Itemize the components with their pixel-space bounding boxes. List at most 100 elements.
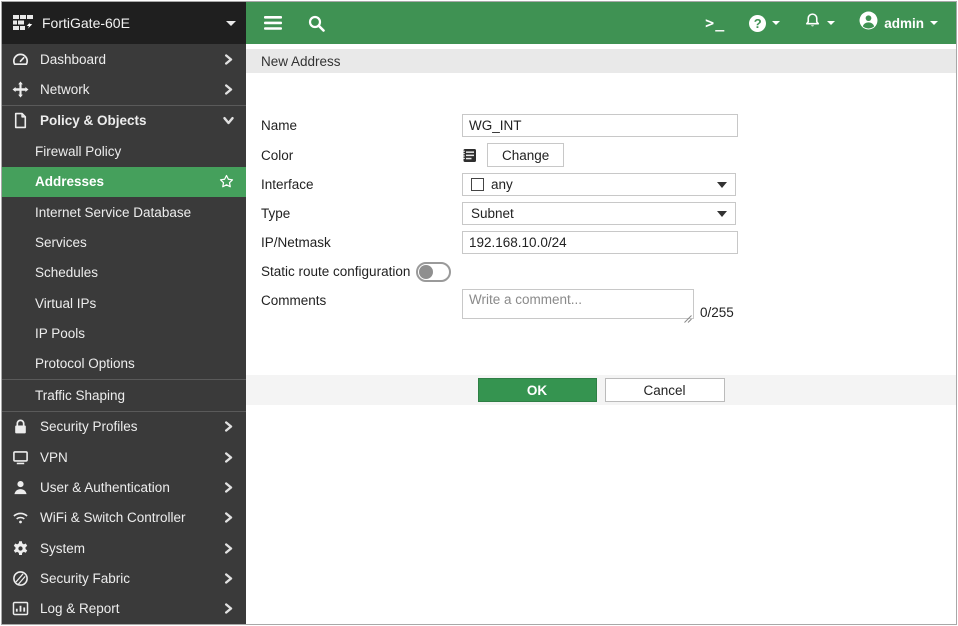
search-icon[interactable] — [308, 15, 325, 32]
sidebar-item-virtual-ips[interactable]: Virtual IPs — [2, 288, 246, 318]
type-select[interactable]: Subnet — [462, 202, 736, 225]
help-menu[interactable]: ? — [749, 15, 780, 32]
app-window: FortiGate-60E Dashboard Network Policy & O… — [1, 1, 957, 625]
user-icon — [12, 479, 29, 496]
admin-menu[interactable]: admin — [859, 11, 938, 35]
page-title: New Address — [246, 49, 956, 73]
sidebar-item-label: Policy & Objects — [40, 113, 223, 128]
sidebar-item-label: Addresses — [35, 174, 219, 189]
device-name: FortiGate-60E — [42, 15, 226, 31]
fabric-icon — [12, 570, 29, 587]
sidebar-item-dashboard[interactable]: Dashboard — [2, 44, 246, 74]
wifi-icon — [12, 509, 29, 526]
gauge-icon — [12, 51, 29, 68]
form-footer: OK Cancel — [246, 375, 956, 405]
cancel-button[interactable]: Cancel — [605, 378, 725, 402]
hamburger-menu-icon[interactable] — [264, 16, 282, 30]
chevron-down-icon — [717, 182, 727, 188]
sidebar-item-addresses[interactable]: Addresses — [2, 167, 246, 197]
sidebar-item-label: System — [40, 541, 223, 556]
color-label: Color — [261, 148, 462, 163]
sidebar-item-schedules[interactable]: Schedules — [2, 258, 246, 288]
sidebar-item-ip-pools[interactable]: IP Pools — [2, 318, 246, 348]
color-row: Color Change — [261, 143, 956, 167]
static-route-row: Static route configuration — [261, 260, 956, 283]
sidebar-item-policy-objects[interactable]: Policy & Objects — [2, 105, 246, 136]
ip-netmask-row: IP/Netmask — [261, 231, 956, 254]
chevron-right-icon — [223, 84, 234, 95]
toggle-knob — [419, 265, 433, 279]
lock-icon — [12, 418, 29, 435]
sidebar-item-user-authentication[interactable]: User & Authentication — [2, 472, 246, 502]
sidebar-item-internet-service-database[interactable]: Internet Service Database — [2, 197, 246, 227]
cli-console-icon[interactable]: >_ — [705, 14, 725, 32]
bell-icon — [804, 12, 821, 34]
sidebar-item-system[interactable]: System — [2, 533, 246, 563]
policy-icon — [12, 112, 29, 129]
chevron-right-icon — [223, 421, 234, 432]
sidebar-item-services[interactable]: Services — [2, 227, 246, 257]
sidebar-item-security-profiles[interactable]: Security Profiles — [2, 411, 246, 442]
top-navbar: >_ ? admin — [246, 2, 956, 44]
type-label: Type — [261, 206, 462, 221]
arrows-icon — [12, 81, 29, 98]
comments-label: Comments — [261, 289, 462, 308]
sidebar-item-traffic-shaping[interactable]: Traffic Shaping — [2, 379, 246, 410]
chevron-right-icon — [223, 512, 234, 523]
interface-row: Interface any — [261, 173, 956, 196]
sidebar-item-label: Dashboard — [40, 52, 223, 67]
sidebar-item-label: Security Profiles — [40, 419, 223, 434]
sidebar-item-label: Virtual IPs — [35, 296, 234, 311]
comments-textarea[interactable] — [462, 289, 694, 319]
sidebar-item-vpn[interactable]: VPN — [2, 442, 246, 472]
sidebar-item-label: Network — [40, 82, 223, 97]
sidebar-item-log-report[interactable]: Log & Report — [2, 594, 246, 624]
main-area: >_ ? admin — [246, 2, 956, 624]
interface-value: any — [491, 177, 710, 192]
ip-netmask-input[interactable] — [462, 231, 738, 254]
sidebar-item-network[interactable]: Network — [2, 74, 246, 104]
comments-row: Comments 0/255 — [261, 289, 956, 322]
ok-button[interactable]: OK — [478, 378, 597, 402]
chevron-down-icon — [717, 211, 727, 217]
help-icon: ? — [749, 15, 766, 32]
interface-any-icon — [471, 178, 484, 191]
chevron-down-icon — [827, 21, 835, 25]
comments-char-counter: 0/255 — [700, 305, 734, 322]
color-swatch-icon — [462, 148, 477, 163]
interface-select[interactable]: any — [462, 173, 736, 196]
interface-label: Interface — [261, 177, 462, 192]
chevron-right-icon — [223, 482, 234, 493]
sidebar-item-label: VPN — [40, 450, 223, 465]
ip-netmask-label: IP/Netmask — [261, 235, 462, 250]
static-route-toggle[interactable] — [416, 262, 451, 282]
sidebar-item-label: Firewall Policy — [35, 144, 234, 159]
device-selector[interactable]: FortiGate-60E — [2, 2, 246, 44]
sidebar-item-label: User & Authentication — [40, 480, 223, 495]
chevron-right-icon — [223, 603, 234, 614]
name-label: Name — [261, 118, 462, 133]
name-row: Name — [261, 114, 956, 137]
favorite-star-icon[interactable] — [219, 174, 234, 189]
gear-icon — [12, 540, 29, 557]
type-value: Subnet — [471, 206, 710, 221]
notifications-menu[interactable] — [804, 12, 835, 34]
sidebar-item-firewall-policy[interactable]: Firewall Policy — [2, 136, 246, 166]
color-change-button[interactable]: Change — [487, 143, 564, 167]
sidebar-item-label: Schedules — [35, 265, 234, 280]
fortinet-logo-icon — [12, 14, 34, 32]
chart-icon — [12, 600, 29, 617]
chevron-right-icon — [223, 543, 234, 554]
sidebar-item-security-fabric[interactable]: Security Fabric — [2, 563, 246, 593]
sidebar-item-label: Traffic Shaping — [35, 388, 234, 403]
sidebar-item-label: IP Pools — [35, 326, 234, 341]
sidebar-item-label: Security Fabric — [40, 571, 223, 586]
admin-label: admin — [884, 16, 924, 31]
new-address-form: Name Color Change Interface any Typ — [246, 73, 956, 328]
sidebar-item-label: Log & Report — [40, 601, 223, 616]
sidebar-item-protocol-options[interactable]: Protocol Options — [2, 349, 246, 379]
sidebar-item-wifi-switch-controller[interactable]: WiFi & Switch Controller — [2, 503, 246, 533]
name-input[interactable] — [462, 114, 738, 137]
sidebar-menu: Dashboard Network Policy & Objects Firewall… — [2, 44, 246, 624]
chevron-right-icon — [223, 54, 234, 65]
